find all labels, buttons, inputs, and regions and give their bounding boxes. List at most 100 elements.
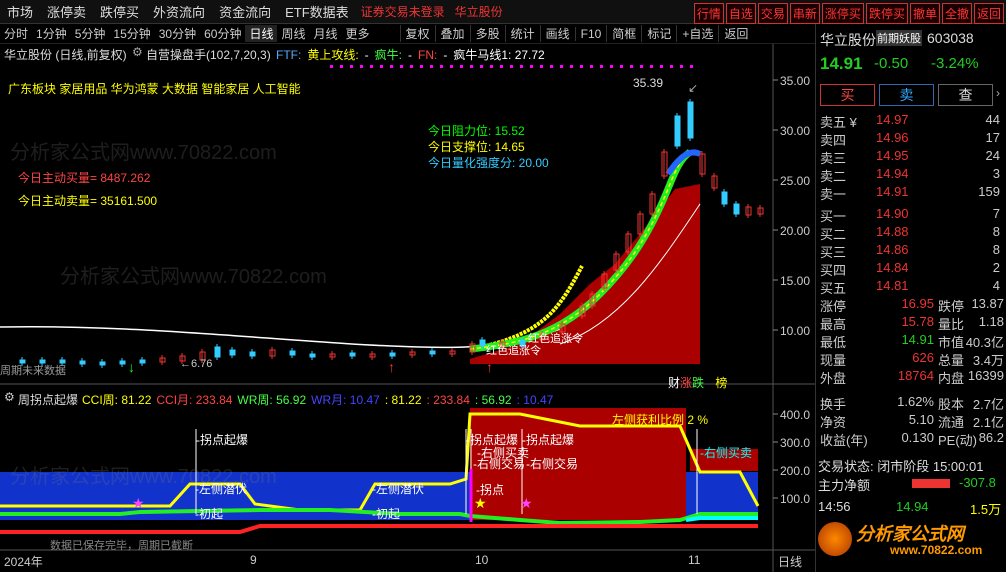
bid-row[interactable]: 买二 14.88 8 xyxy=(818,224,1004,242)
ask-row[interactable]: 卖五 ¥ 14.97 44 xyxy=(818,112,1004,130)
tool-stats[interactable]: 统计 xyxy=(504,25,540,42)
stat-row: 最高 15.78 量比 1.18 xyxy=(818,314,1004,332)
bid-row[interactable]: 买四 14.84 2 xyxy=(818,260,1004,278)
tf-daily[interactable]: 日线 xyxy=(245,25,278,42)
candle-body-19 xyxy=(389,352,396,357)
ask-row[interactable]: 卖二 14.94 3 xyxy=(818,166,1004,184)
btn-dt-buy[interactable]: 跌停买 xyxy=(865,3,908,24)
tag-zhang[interactable]: 涨 xyxy=(680,376,692,390)
sub-chart-title[interactable]: 周拐点起爆 xyxy=(18,391,78,408)
tool-add-watch[interactable]: +自选 xyxy=(676,25,718,42)
top-dot-560 xyxy=(560,65,563,68)
tool-multi[interactable]: 多股 xyxy=(469,25,505,42)
btn-new[interactable]: 串新 xyxy=(789,3,820,24)
tool-back[interactable]: 返回 xyxy=(718,25,753,42)
sub-yaxis-400: 400.0 xyxy=(780,408,811,422)
menu-etf-table[interactable]: ETF数据表 xyxy=(278,2,356,21)
tf-weekly[interactable]: 周线 xyxy=(277,25,309,42)
tf-60min[interactable]: 60分钟 xyxy=(200,25,245,42)
strength-score: 今日量化强度分: 20.00 xyxy=(428,156,549,170)
tf-1min[interactable]: 1分钟 xyxy=(32,25,71,42)
top-dot-540 xyxy=(540,65,543,68)
btn-quote[interactable]: 行情 xyxy=(693,3,724,24)
order-price: 14.91 xyxy=(876,184,909,199)
top-dot-440 xyxy=(440,65,443,68)
tf-15min[interactable]: 15分钟 xyxy=(109,25,154,42)
query-button[interactable]: 查 xyxy=(938,84,993,106)
watermark-3: 分析家公式网www.70822.com xyxy=(10,466,277,488)
tf-30min[interactable]: 30分钟 xyxy=(155,25,200,42)
order-volume: 2 xyxy=(992,260,1000,275)
chart-area[interactable]: ↓ ↑ ↑ ↙ ★ ★ ★ 华立股份 (日线,前复权) ⚙ 自营操盘手(102,7,20,3… xyxy=(0,44,815,572)
stat-value: 0.130 xyxy=(901,430,934,445)
concept-tags: 广东板块 家居用品 华为鸿蒙 大数据 智能家居 人工智能 xyxy=(8,82,301,96)
tag-die[interactable]: 跌 xyxy=(692,376,704,390)
top-dot-450 xyxy=(450,65,453,68)
sub-cyan-line xyxy=(685,516,758,522)
login-notice[interactable]: 证券交易未登录 xyxy=(356,3,450,20)
stat-label: 市值 xyxy=(938,335,965,350)
menu-zt-sell[interactable]: 涨停卖 xyxy=(40,2,93,21)
stock-tags: 财涨跌 榜 xyxy=(668,374,727,391)
order-label: 卖四 xyxy=(820,133,847,148)
bid-row[interactable]: 买三 14.86 8 xyxy=(818,242,1004,260)
logo-icon xyxy=(818,522,852,556)
tf-intraday[interactable]: 分时 xyxy=(0,25,32,42)
menu-market[interactable]: 市场 xyxy=(0,2,40,21)
btn-cancel-all[interactable]: 全撤 xyxy=(941,3,972,24)
top-dot-520 xyxy=(520,65,523,68)
tool-mark[interactable]: 标记 xyxy=(641,25,676,42)
btn-watchlist[interactable]: 自选 xyxy=(725,3,756,24)
ask-row[interactable]: 卖一 14.91 159 xyxy=(818,184,1004,202)
stat-value: 3.4万 xyxy=(972,353,1004,368)
tf-5min[interactable]: 5分钟 xyxy=(71,25,110,42)
btn-zt-buy[interactable]: 涨停买 xyxy=(821,3,864,24)
top-dot-400 xyxy=(400,65,403,68)
tool-draw[interactable]: 画线 xyxy=(539,25,575,42)
menu-dt-buy[interactable]: 跌停买 xyxy=(93,2,146,21)
sub-yaxis-200: 200.0 xyxy=(780,464,811,478)
btn-cancel[interactable]: 撤单 xyxy=(909,3,940,24)
tool-overlay[interactable]: 叠加 xyxy=(434,25,470,42)
indicator-name[interactable]: 自营操盘手(102,7,20,3) xyxy=(146,46,271,63)
stat-value: 40.3亿 xyxy=(965,335,1004,350)
stat-label: 股本 xyxy=(938,397,965,412)
quote-change: -0.50 xyxy=(874,55,909,72)
order-price: 14.84 xyxy=(876,260,909,275)
top-dot-600 xyxy=(600,65,603,68)
stat-value: 13.87 xyxy=(971,296,1004,311)
black-dome xyxy=(700,153,760,204)
ask-row[interactable]: 卖三 14.95 24 xyxy=(818,148,1004,166)
order-label: 买二 xyxy=(820,227,847,242)
sub-gear-icon[interactable]: ⚙ xyxy=(4,390,15,404)
buy-button[interactable]: 买 xyxy=(820,84,875,106)
tag-cai[interactable]: 财 xyxy=(668,376,680,390)
ask-row[interactable]: 卖四 14.96 17 xyxy=(818,130,1004,148)
watermark-2: 分析家公式网www.70822.com xyxy=(60,266,327,288)
bid-row[interactable]: 买五 14.81 4 xyxy=(818,278,1004,296)
tf-monthly[interactable]: 月线 xyxy=(310,25,342,42)
order-label: 买五 xyxy=(820,281,847,296)
note-pivot-point: -拐点 xyxy=(476,483,505,497)
tf-more[interactable]: 更多 xyxy=(342,25,374,42)
down-arrow-1: ↓ xyxy=(128,359,135,375)
yaxis-20: 20.00 xyxy=(780,224,811,238)
menu-foreign-flow[interactable]: 外资流向 xyxy=(146,2,212,21)
tool-frame[interactable]: 简框 xyxy=(606,25,641,42)
main-field-6: - xyxy=(443,48,448,62)
expand-icon[interactable]: › xyxy=(996,86,1000,100)
sell-button[interactable]: 卖 xyxy=(879,84,934,106)
order-label: 卖一 xyxy=(820,187,847,202)
menu-fund-flow[interactable]: 资金流向 xyxy=(212,2,278,21)
btn-back[interactable]: 返回 xyxy=(973,3,1004,24)
top-dot-550 xyxy=(550,65,553,68)
tag-bang[interactable]: 榜 xyxy=(715,376,727,390)
note-right-buysell: -右侧买卖 xyxy=(700,446,753,460)
candle-body-37 xyxy=(674,115,681,147)
xaxis-period[interactable]: 日线 xyxy=(778,553,802,570)
btn-trade[interactable]: 交易 xyxy=(757,3,788,24)
tool-restore[interactable]: 复权 xyxy=(399,25,435,42)
tool-f10[interactable]: F10 xyxy=(574,26,607,41)
bid-row[interactable]: 买一 14.90 7 xyxy=(818,206,1004,224)
gear-icon[interactable]: ⚙ xyxy=(132,45,143,59)
